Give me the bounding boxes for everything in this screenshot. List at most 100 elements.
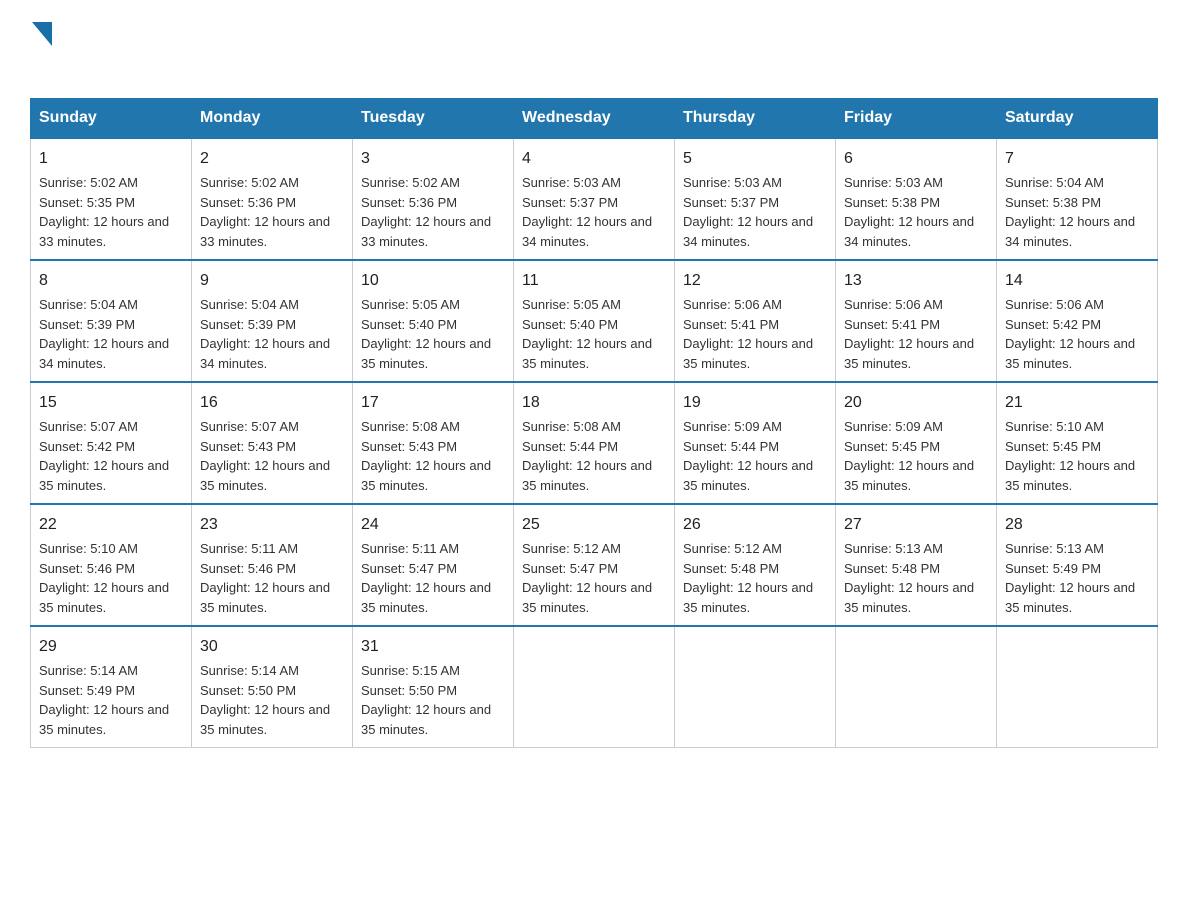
sunrise-text: Sunrise: 5:12 AM — [522, 541, 621, 556]
sunset-text: Sunset: 5:49 PM — [1005, 561, 1101, 576]
calendar-cell: 7Sunrise: 5:04 AMSunset: 5:38 PMDaylight… — [997, 138, 1158, 260]
calendar-week-row: 22Sunrise: 5:10 AMSunset: 5:46 PMDayligh… — [31, 504, 1158, 626]
sunset-text: Sunset: 5:44 PM — [683, 439, 779, 454]
sunrise-text: Sunrise: 5:11 AM — [200, 541, 298, 556]
calendar-cell: 10Sunrise: 5:05 AMSunset: 5:40 PMDayligh… — [353, 260, 514, 382]
sunrise-text: Sunrise: 5:09 AM — [683, 419, 782, 434]
sunrise-text: Sunrise: 5:06 AM — [844, 297, 943, 312]
calendar-cell: 6Sunrise: 5:03 AMSunset: 5:38 PMDaylight… — [836, 138, 997, 260]
sunrise-text: Sunrise: 5:07 AM — [39, 419, 138, 434]
sunset-text: Sunset: 5:38 PM — [844, 195, 940, 210]
calendar-cell: 31Sunrise: 5:15 AMSunset: 5:50 PMDayligh… — [353, 626, 514, 748]
day-number: 23 — [200, 513, 344, 537]
daylight-text: Daylight: 12 hours and 35 minutes. — [844, 458, 974, 493]
sunset-text: Sunset: 5:45 PM — [844, 439, 940, 454]
day-number: 31 — [361, 635, 505, 659]
sunrise-text: Sunrise: 5:02 AM — [361, 175, 460, 190]
sunset-text: Sunset: 5:39 PM — [39, 317, 135, 332]
day-number: 25 — [522, 513, 666, 537]
sunrise-text: Sunrise: 5:03 AM — [844, 175, 943, 190]
sunset-text: Sunset: 5:46 PM — [200, 561, 296, 576]
day-number: 28 — [1005, 513, 1149, 537]
day-number: 10 — [361, 269, 505, 293]
day-number: 9 — [200, 269, 344, 293]
calendar-cell — [836, 626, 997, 748]
calendar-cell — [997, 626, 1158, 748]
sunset-text: Sunset: 5:35 PM — [39, 195, 135, 210]
daylight-text: Daylight: 12 hours and 35 minutes. — [1005, 580, 1135, 615]
sunrise-text: Sunrise: 5:05 AM — [522, 297, 621, 312]
header-saturday: Saturday — [997, 99, 1158, 139]
calendar-cell: 11Sunrise: 5:05 AMSunset: 5:40 PMDayligh… — [514, 260, 675, 382]
calendar-cell: 19Sunrise: 5:09 AMSunset: 5:44 PMDayligh… — [675, 382, 836, 504]
calendar-cell — [675, 626, 836, 748]
daylight-text: Daylight: 12 hours and 35 minutes. — [844, 580, 974, 615]
calendar-week-row: 15Sunrise: 5:07 AMSunset: 5:42 PMDayligh… — [31, 382, 1158, 504]
calendar-cell: 9Sunrise: 5:04 AMSunset: 5:39 PMDaylight… — [192, 260, 353, 382]
daylight-text: Daylight: 12 hours and 35 minutes. — [361, 458, 491, 493]
day-number: 18 — [522, 391, 666, 415]
sunrise-text: Sunrise: 5:04 AM — [39, 297, 138, 312]
day-number: 21 — [1005, 391, 1149, 415]
daylight-text: Daylight: 12 hours and 35 minutes. — [522, 336, 652, 371]
calendar-cell: 20Sunrise: 5:09 AMSunset: 5:45 PMDayligh… — [836, 382, 997, 504]
daylight-text: Daylight: 12 hours and 34 minutes. — [1005, 214, 1135, 249]
header-tuesday: Tuesday — [353, 99, 514, 139]
daylight-text: Daylight: 12 hours and 35 minutes. — [683, 580, 813, 615]
sunset-text: Sunset: 5:47 PM — [522, 561, 618, 576]
calendar-week-row: 8 Sunrise: 5:04 AM Sunset: 5:39 PM Daylight… — [31, 260, 1158, 382]
daylight-text: Daylight: 12 hours and 34 minutes. — [200, 336, 330, 371]
calendar-cell: 15Sunrise: 5:07 AMSunset: 5:42 PMDayligh… — [31, 382, 192, 504]
day-number: 3 — [361, 147, 505, 171]
sunset-text: Sunset: 5:50 PM — [200, 683, 296, 698]
day-number: 12 — [683, 269, 827, 293]
day-number: 29 — [39, 635, 183, 659]
sunset-text: Sunset: 5:46 PM — [39, 561, 135, 576]
daylight-text: Daylight: 12 hours and 33 minutes. — [200, 214, 330, 249]
calendar-cell: 14Sunrise: 5:06 AMSunset: 5:42 PMDayligh… — [997, 260, 1158, 382]
calendar-cell: 30Sunrise: 5:14 AMSunset: 5:50 PMDayligh… — [192, 626, 353, 748]
sunrise-text: Sunrise: 5:13 AM — [844, 541, 943, 556]
daylight-text: Daylight: 12 hours and 34 minutes. — [844, 214, 974, 249]
calendar-cell: 29Sunrise: 5:14 AMSunset: 5:49 PMDayligh… — [31, 626, 192, 748]
day-number: 24 — [361, 513, 505, 537]
day-number: 8 — [39, 269, 183, 293]
sunset-text: Sunset: 5:41 PM — [683, 317, 779, 332]
sunrise-text: Sunrise: 5:14 AM — [200, 663, 299, 678]
sunset-text: Sunset: 5:43 PM — [361, 439, 457, 454]
sunset-text: Sunset: 5:48 PM — [683, 561, 779, 576]
calendar-cell: 1Sunrise: 5:02 AMSunset: 5:35 PMDaylight… — [31, 138, 192, 260]
calendar-cell: 8Sunrise: 5:04 AMSunset: 5:39 PMDaylight… — [31, 260, 192, 382]
sunset-text: Sunset: 5:42 PM — [39, 439, 135, 454]
day-number: 27 — [844, 513, 988, 537]
sunset-text: Sunset: 5:49 PM — [39, 683, 135, 698]
calendar-cell: 26Sunrise: 5:12 AMSunset: 5:48 PMDayligh… — [675, 504, 836, 626]
sunset-text: Sunset: 5:44 PM — [522, 439, 618, 454]
day-number: 7 — [1005, 147, 1149, 171]
sunset-text: Sunset: 5:40 PM — [522, 317, 618, 332]
sunrise-text: Sunrise: 5:09 AM — [844, 419, 943, 434]
calendar-cell: 27Sunrise: 5:13 AMSunset: 5:48 PMDayligh… — [836, 504, 997, 626]
sunrise-text: Sunrise: 5:11 AM — [361, 541, 459, 556]
sunset-text: Sunset: 5:42 PM — [1005, 317, 1101, 332]
calendar-cell: 16Sunrise: 5:07 AMSunset: 5:43 PMDayligh… — [192, 382, 353, 504]
sunrise-text: Sunrise: 5:04 AM — [1005, 175, 1104, 190]
calendar-cell: 24Sunrise: 5:11 AMSunset: 5:47 PMDayligh… — [353, 504, 514, 626]
sunrise-text: Sunrise: 5:07 AM — [200, 419, 299, 434]
calendar-cell: 2Sunrise: 5:02 AMSunset: 5:36 PMDaylight… — [192, 138, 353, 260]
daylight-text: Daylight: 12 hours and 35 minutes. — [361, 702, 491, 737]
day-number: 5 — [683, 147, 827, 171]
sunset-text: Sunset: 5:39 PM — [200, 317, 296, 332]
header-wednesday: Wednesday — [514, 99, 675, 139]
calendar-cell: 17Sunrise: 5:08 AMSunset: 5:43 PMDayligh… — [353, 382, 514, 504]
header-monday: Monday — [192, 99, 353, 139]
calendar-cell: 12Sunrise: 5:06 AMSunset: 5:41 PMDayligh… — [675, 260, 836, 382]
header-friday: Friday — [836, 99, 997, 139]
daylight-text: Daylight: 12 hours and 35 minutes. — [361, 336, 491, 371]
sunrise-text: Sunrise: 5:15 AM — [361, 663, 460, 678]
sunrise-text: Sunrise: 5:13 AM — [1005, 541, 1104, 556]
daylight-text: Daylight: 12 hours and 34 minutes. — [683, 214, 813, 249]
sunrise-text: Sunrise: 5:06 AM — [1005, 297, 1104, 312]
calendar-cell: 28 Sunrise: 5:13 AM Sunset: 5:49 PM Dayligh… — [997, 504, 1158, 626]
daylight-text: Daylight: 12 hours and 35 minutes. — [1005, 458, 1135, 493]
